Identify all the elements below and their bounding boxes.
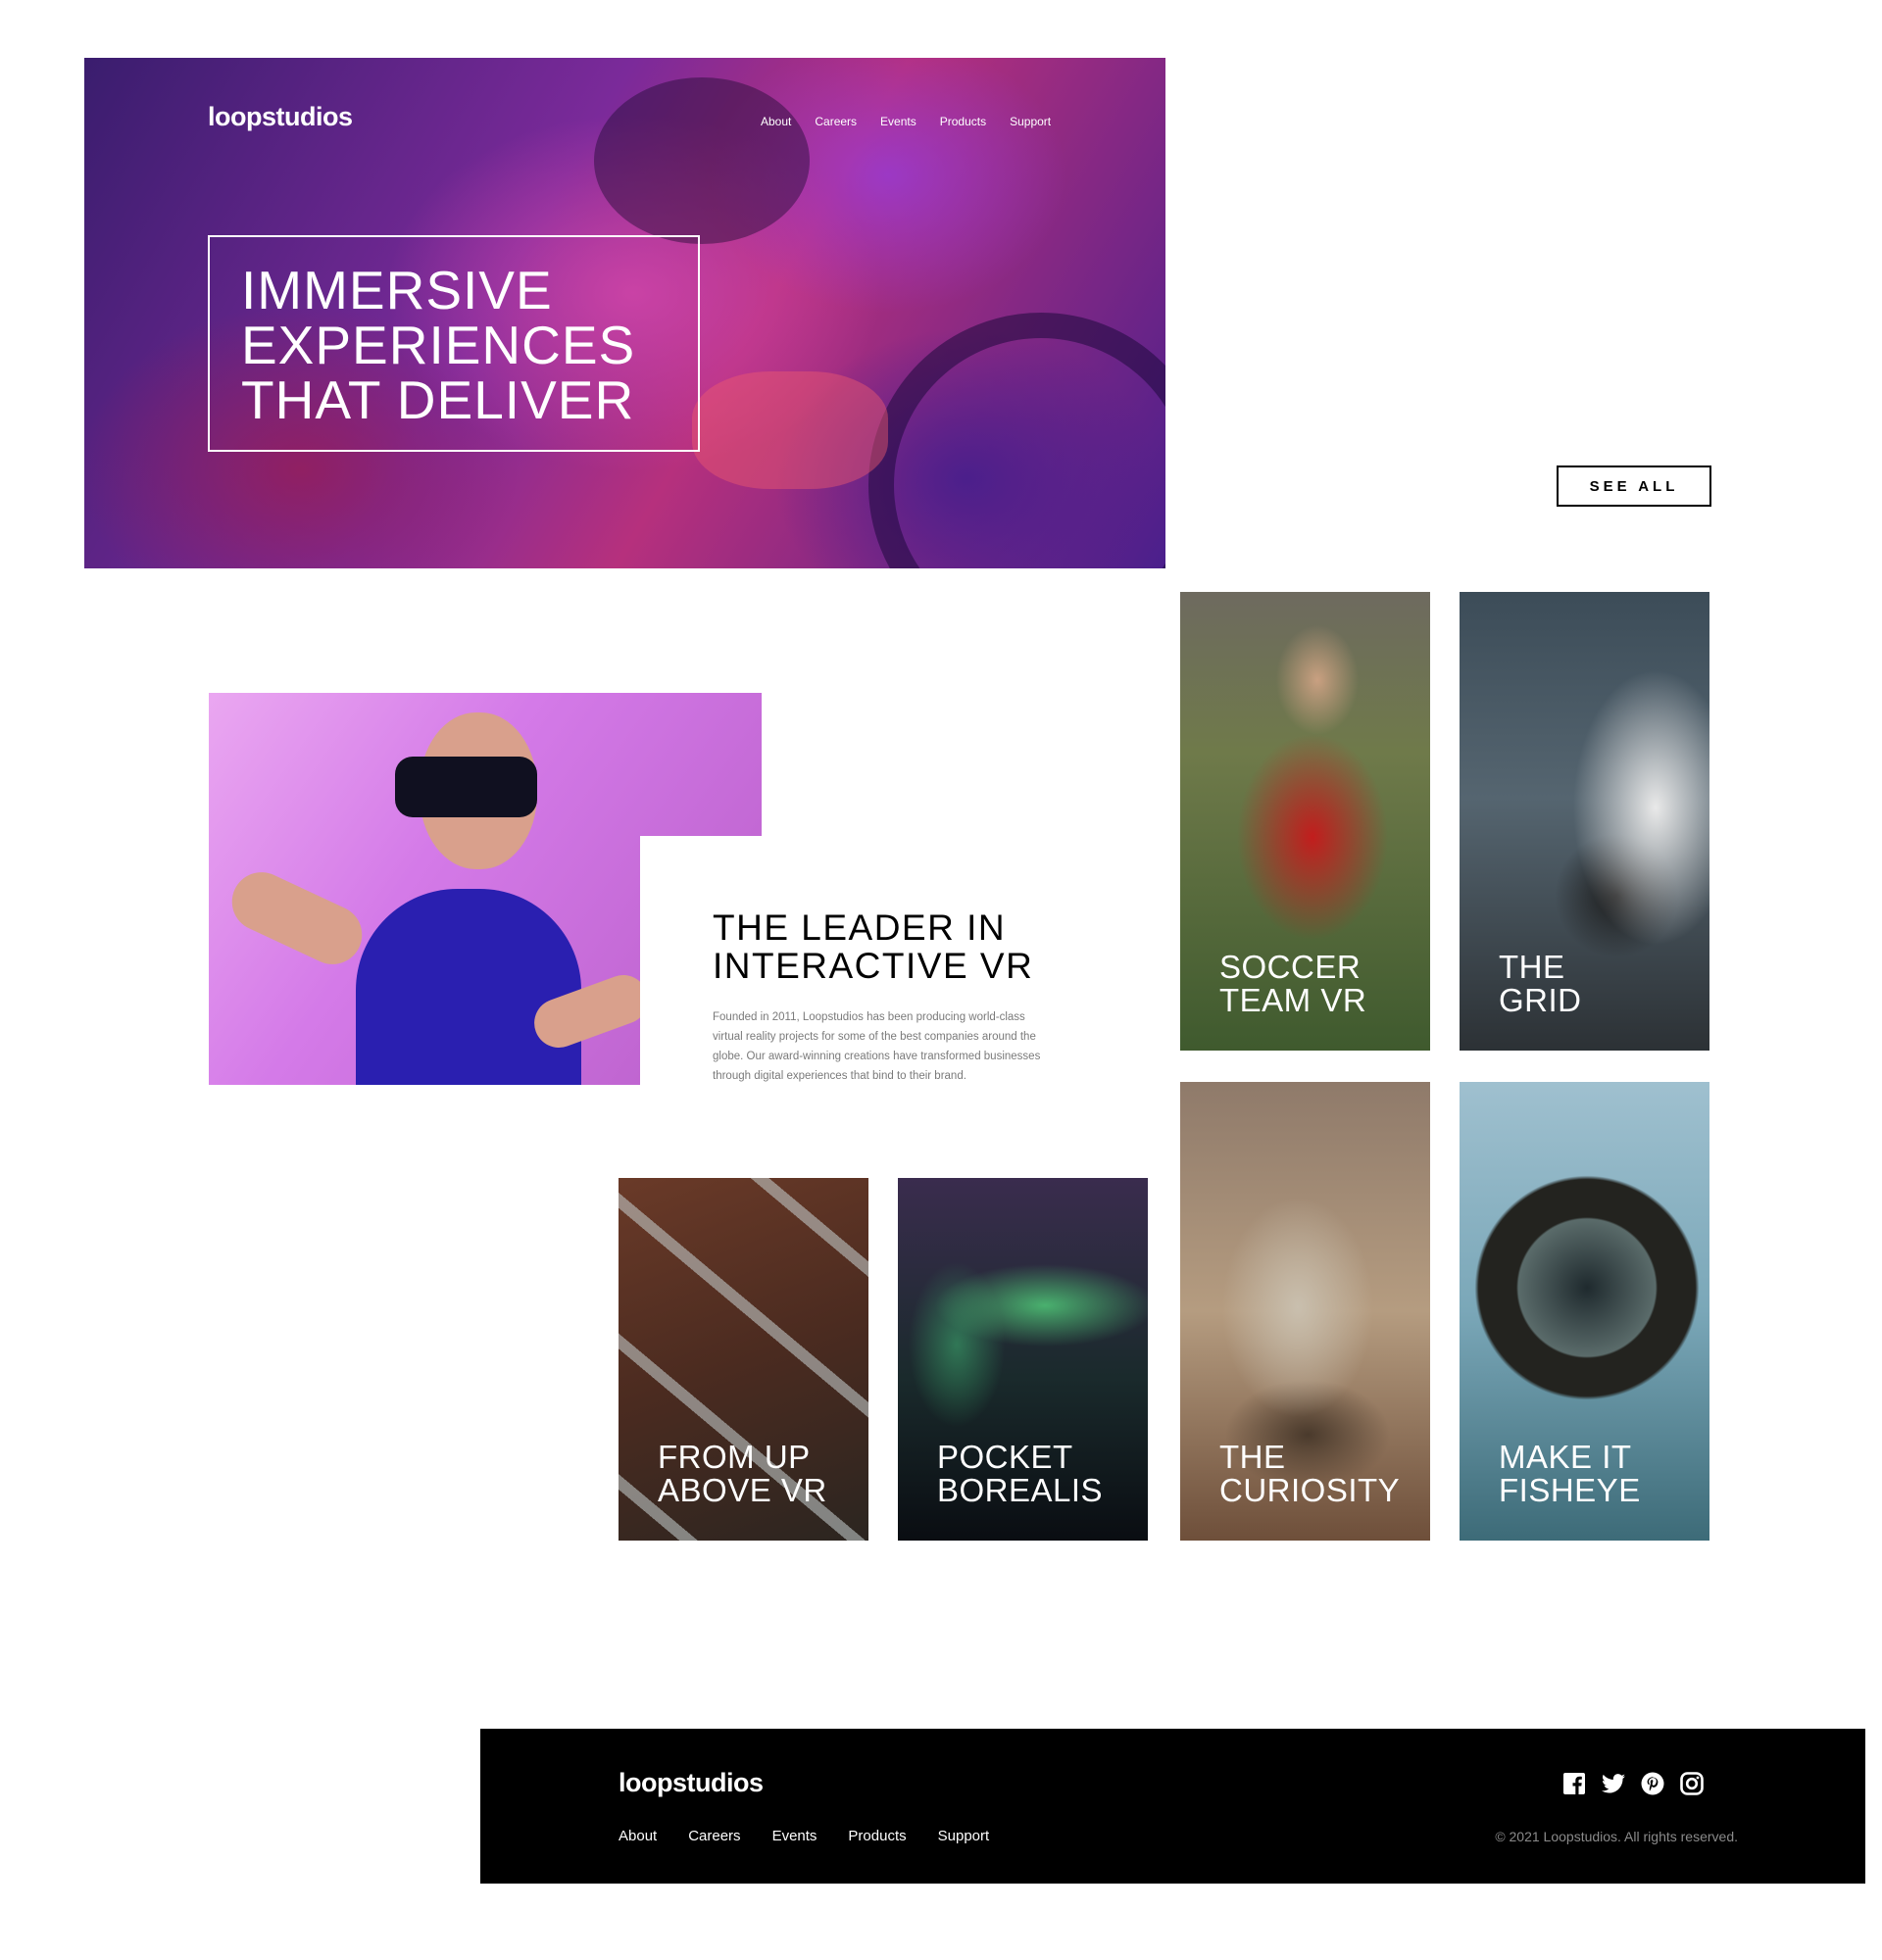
footer-logo[interactable]: loopstudios: [619, 1768, 764, 1798]
interactive-title-line: THE LEADER IN: [713, 907, 1007, 948]
footer: loopstudios About Careers Events Product…: [480, 1729, 1865, 1884]
header-logo[interactable]: loopstudios: [208, 102, 353, 132]
footer-link-products[interactable]: Products: [848, 1828, 906, 1844]
creation-card-soccer-team-vr[interactable]: SOCCER TEAM VR: [1180, 592, 1430, 1051]
creation-card-label: FROM UP ABOVE VR: [658, 1441, 827, 1507]
creation-label-line: THE: [1219, 1439, 1286, 1475]
creation-label-line: GRID: [1499, 982, 1582, 1018]
facebook-icon[interactable]: [1561, 1771, 1586, 1795]
hero-title-box: IMMERSIVE EXPERIENCES THAT DELIVER: [208, 235, 700, 452]
creation-card-label: THE GRID: [1499, 951, 1582, 1017]
creation-label-line: MAKE IT: [1499, 1439, 1632, 1475]
nav-link-products[interactable]: Products: [940, 115, 986, 128]
instagram-icon[interactable]: [1679, 1771, 1704, 1795]
copyright: © 2021 Loopstudios. All rights reserved.: [1495, 1829, 1738, 1844]
creation-label-line: FROM UP: [658, 1439, 811, 1475]
nav-link-careers[interactable]: Careers: [815, 115, 857, 128]
hero-title-line: THAT DELIVER: [241, 369, 635, 430]
creation-card-from-up-above-vr[interactable]: FROM UP ABOVE VR: [619, 1178, 868, 1541]
social-links: [1561, 1771, 1704, 1795]
header-nav: About Careers Events Products Support: [761, 115, 1051, 128]
creation-card-the-curiosity[interactable]: THE CURIOSITY: [1180, 1082, 1430, 1541]
creation-card-pocket-borealis[interactable]: POCKET BOREALIS: [898, 1178, 1148, 1541]
creation-card-make-it-fisheye[interactable]: MAKE IT FISHEYE: [1460, 1082, 1709, 1541]
vr-headset-shape: [395, 757, 537, 817]
nav-link-events[interactable]: Events: [880, 115, 916, 128]
footer-link-careers[interactable]: Careers: [688, 1828, 740, 1844]
creation-label-line: BOREALIS: [937, 1472, 1104, 1508]
hero-title: IMMERSIVE EXPERIENCES THAT DELIVER: [241, 263, 698, 427]
creation-card-label: SOCCER TEAM VR: [1219, 951, 1366, 1017]
interactive-text: Founded in 2011, Loopstudios has been pr…: [713, 1011, 1041, 1082]
hero-image-shape: [692, 371, 888, 489]
vr-image-shape: [356, 889, 581, 1085]
hero-image-shape: [594, 77, 810, 244]
hero-title-line: EXPERIENCES: [241, 315, 636, 375]
creation-card-the-grid[interactable]: THE GRID: [1460, 592, 1709, 1051]
creation-label-line: SOCCER: [1219, 949, 1362, 985]
footer-link-about[interactable]: About: [619, 1828, 657, 1844]
creation-label-line: TEAM VR: [1219, 982, 1367, 1018]
interactive-title: THE LEADER IN INTERACTIVE VR: [713, 908, 1124, 985]
nav-link-about[interactable]: About: [761, 115, 791, 128]
creation-label-line: FISHEYE: [1499, 1472, 1641, 1508]
footer-link-events[interactable]: Events: [772, 1828, 817, 1844]
footer-link-support[interactable]: Support: [938, 1828, 990, 1844]
hero-image-shape: [868, 313, 1165, 568]
creation-label-line: CURIOSITY: [1219, 1472, 1401, 1508]
pinterest-icon[interactable]: [1640, 1771, 1664, 1795]
creation-card-label: POCKET BOREALIS: [937, 1441, 1103, 1507]
creation-card-label: MAKE IT FISHEYE: [1499, 1441, 1641, 1507]
interactive-title-line: INTERACTIVE VR: [713, 946, 1034, 986]
nav-link-support[interactable]: Support: [1010, 115, 1051, 128]
footer-nav: About Careers Events Products Support: [619, 1828, 989, 1844]
creation-card-label: THE CURIOSITY: [1219, 1441, 1400, 1507]
vr-image-shape: [222, 862, 372, 974]
hero-title-line: IMMERSIVE: [241, 260, 553, 320]
creation-label-line: THE: [1499, 949, 1565, 985]
see-all-button[interactable]: SEE ALL: [1557, 466, 1711, 507]
creation-label-line: POCKET: [937, 1439, 1073, 1475]
hero-section: loopstudios About Careers Events Product…: [84, 58, 1165, 568]
creation-label-line: ABOVE VR: [658, 1472, 827, 1508]
twitter-icon[interactable]: [1601, 1771, 1625, 1795]
